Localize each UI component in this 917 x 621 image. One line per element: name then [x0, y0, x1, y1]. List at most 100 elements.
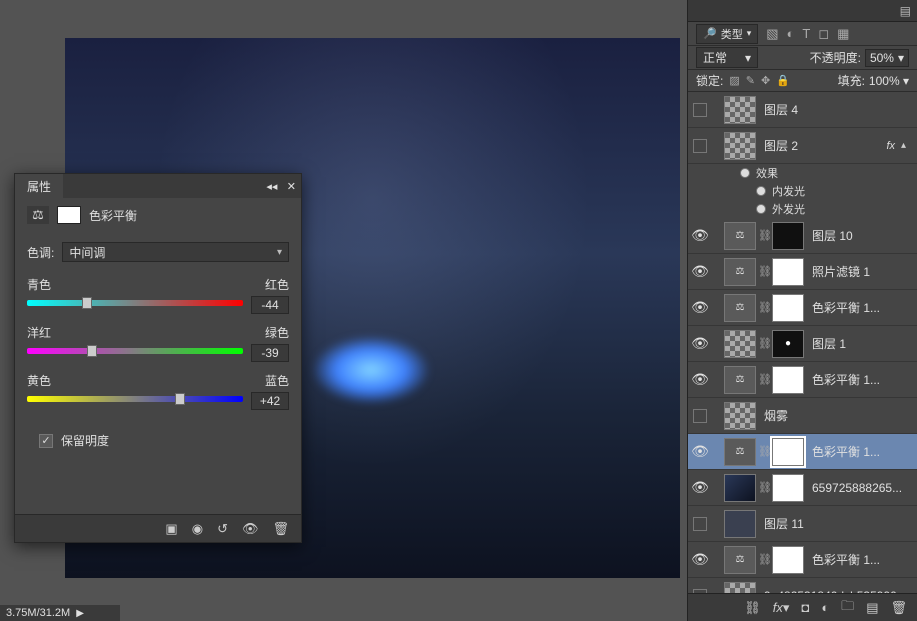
slider-thumb[interactable]	[175, 393, 185, 405]
fx-icon[interactable]: fx▾	[773, 600, 790, 616]
layer-name[interactable]: 图层 11	[758, 515, 917, 532]
layer-thumb[interactable]	[724, 510, 756, 538]
blend-mode-select[interactable]: 正常 ▾	[696, 47, 758, 68]
lock-pixel-icon[interactable]: ✎	[746, 74, 755, 87]
adjustment-add-icon[interactable]: ◐	[821, 600, 829, 615]
filter-smart-icon[interactable]: ▦	[837, 26, 849, 42]
visibility-icon[interactable]: 👁	[242, 521, 259, 537]
layer-name[interactable]: 图层 2	[758, 137, 886, 154]
reset-icon[interactable]: ↺	[217, 521, 228, 537]
delete-icon[interactable]: 🗑	[890, 600, 907, 616]
new-layer-icon[interactable]: ▤	[866, 600, 878, 616]
layer-name[interactable]: 659725888265...	[806, 481, 917, 495]
layer-thumb[interactable]	[724, 132, 756, 160]
filter-shape-icon[interactable]: ◻	[818, 26, 829, 42]
effect-item[interactable]: 内发光	[688, 182, 917, 200]
menu-icon[interactable]: ▤	[900, 4, 911, 18]
tone-select[interactable]: 中间调 ▾	[62, 242, 289, 262]
group-icon[interactable]: 🗀	[841, 597, 854, 619]
filter-adjust-icon[interactable]: ◐	[787, 26, 795, 42]
fill-input[interactable]: 100% ▾	[869, 74, 909, 88]
layer-mask-thumb[interactable]	[772, 294, 804, 322]
layer-row[interactable]: 烟雾	[688, 398, 917, 434]
layer-row[interactable]: 9a482531840dcb535990...	[688, 578, 917, 593]
slider-thumb[interactable]	[87, 345, 97, 357]
layer-row[interactable]: 👁⛓659725888265...	[688, 470, 917, 506]
lock-position-icon[interactable]: ✥	[761, 74, 770, 87]
properties-tab[interactable]: 属性	[15, 174, 63, 199]
filter-pixel-icon[interactable]: ▧	[766, 26, 778, 42]
collapse-icon[interactable]: ◂◂	[266, 181, 277, 193]
clip-icon[interactable]: ▣	[165, 521, 177, 537]
fx-toggle-icon[interactable]: ▴	[901, 140, 917, 151]
mask-add-icon[interactable]: ◘	[801, 600, 809, 615]
layer-name[interactable]: 图层 1	[806, 335, 917, 352]
layer-mask-thumb[interactable]	[772, 438, 804, 466]
layer-name[interactable]: 图层 4	[758, 101, 917, 118]
trash-icon[interactable]: 🗑	[272, 521, 289, 537]
layer-name[interactable]: 色彩平衡 1...	[806, 371, 917, 388]
layer-mask-thumb[interactable]	[772, 366, 804, 394]
visibility-toggle[interactable]: 👁	[688, 479, 712, 496]
layer-mask-thumb[interactable]	[772, 546, 804, 574]
layer-thumb[interactable]	[724, 96, 756, 124]
preserve-luminosity-checkbox[interactable]: ✓	[39, 434, 53, 448]
layer-row[interactable]: 👁⚖⛓色彩平衡 1...	[688, 290, 917, 326]
yellow-blue-slider[interactable]	[27, 396, 243, 406]
layer-thumb[interactable]	[724, 330, 756, 358]
visibility-toggle[interactable]	[688, 409, 712, 423]
layer-name[interactable]: 色彩平衡 1...	[806, 299, 917, 316]
close-icon[interactable]: ✕	[287, 181, 296, 193]
link-layers-icon[interactable]: ⛓	[744, 600, 761, 616]
yellow-blue-value[interactable]: +42	[251, 392, 289, 410]
layer-thumb[interactable]	[724, 582, 756, 594]
layer-name[interactable]: 烟雾	[758, 407, 917, 424]
layer-row[interactable]: 👁⚖⛓照片滤镜 1	[688, 254, 917, 290]
effect-item[interactable]: 外发光	[688, 200, 917, 218]
layer-row[interactable]: 图层 4	[688, 92, 917, 128]
layer-mask-thumb[interactable]	[772, 258, 804, 286]
filter-type-icon[interactable]: T	[802, 26, 810, 42]
layer-row[interactable]: 👁⛓●图层 1	[688, 326, 917, 362]
layer-name[interactable]: 图层 10	[806, 227, 917, 244]
visibility-toggle[interactable]: 👁	[688, 227, 712, 244]
lock-all-icon[interactable]: 🔒	[776, 74, 790, 87]
status-arrow-icon[interactable]: ▶	[76, 608, 84, 619]
opacity-input[interactable]: 50% ▾	[865, 49, 909, 67]
cyan-red-slider[interactable]	[27, 300, 243, 310]
layer-thumb[interactable]	[724, 474, 756, 502]
visibility-toggle[interactable]: 👁	[688, 335, 712, 352]
layer-row[interactable]: 👁⚖⛓色彩平衡 1...	[688, 542, 917, 578]
layer-row[interactable]: 图层 2fx▴	[688, 128, 917, 164]
visibility-toggle[interactable]	[688, 103, 712, 117]
layer-mask-thumb[interactable]: ●	[772, 330, 804, 358]
slider-thumb[interactable]	[82, 297, 92, 309]
layer-mask-thumb[interactable]	[772, 222, 804, 250]
filter-type-select[interactable]: 🔎 类型 ▾	[696, 24, 758, 44]
visibility-toggle[interactable]	[688, 139, 712, 153]
cyan-red-value[interactable]: -44	[251, 296, 289, 314]
layer-name[interactable]: 色彩平衡 1...	[806, 551, 917, 568]
effects-header[interactable]: 效果	[688, 164, 917, 182]
magenta-green-slider[interactable]	[27, 348, 243, 358]
visibility-toggle[interactable]: 👁	[688, 371, 712, 388]
layer-name[interactable]: 照片滤镜 1	[806, 263, 917, 280]
view-previous-icon[interactable]: ◉	[192, 521, 203, 537]
visibility-toggle[interactable]: 👁	[688, 443, 712, 460]
mask-icon[interactable]	[57, 206, 81, 224]
layer-list[interactable]: 图层 4图层 2fx▴效果内发光外发光👁⚖⛓图层 10👁⚖⛓照片滤镜 1👁⚖⛓色…	[688, 92, 917, 593]
visibility-toggle[interactable]: 👁	[688, 551, 712, 568]
layer-thumb[interactable]	[724, 402, 756, 430]
visibility-toggle[interactable]: 👁	[688, 299, 712, 316]
layer-row[interactable]: 👁⚖⛓色彩平衡 1...	[688, 362, 917, 398]
layer-row[interactable]: 👁⚖⛓图层 10	[688, 218, 917, 254]
visibility-toggle[interactable]: 👁	[688, 263, 712, 280]
layer-mask-thumb[interactable]	[772, 474, 804, 502]
layer-row[interactable]: 👁⚖⛓色彩平衡 1...	[688, 434, 917, 470]
magenta-green-value[interactable]: -39	[251, 344, 289, 362]
lock-trans-icon[interactable]: ▨	[729, 74, 739, 87]
visibility-toggle[interactable]	[688, 517, 712, 531]
layer-row[interactable]: 图层 11	[688, 506, 917, 542]
fx-badge[interactable]: fx	[886, 140, 901, 152]
layer-name[interactable]: 色彩平衡 1...	[806, 443, 917, 460]
